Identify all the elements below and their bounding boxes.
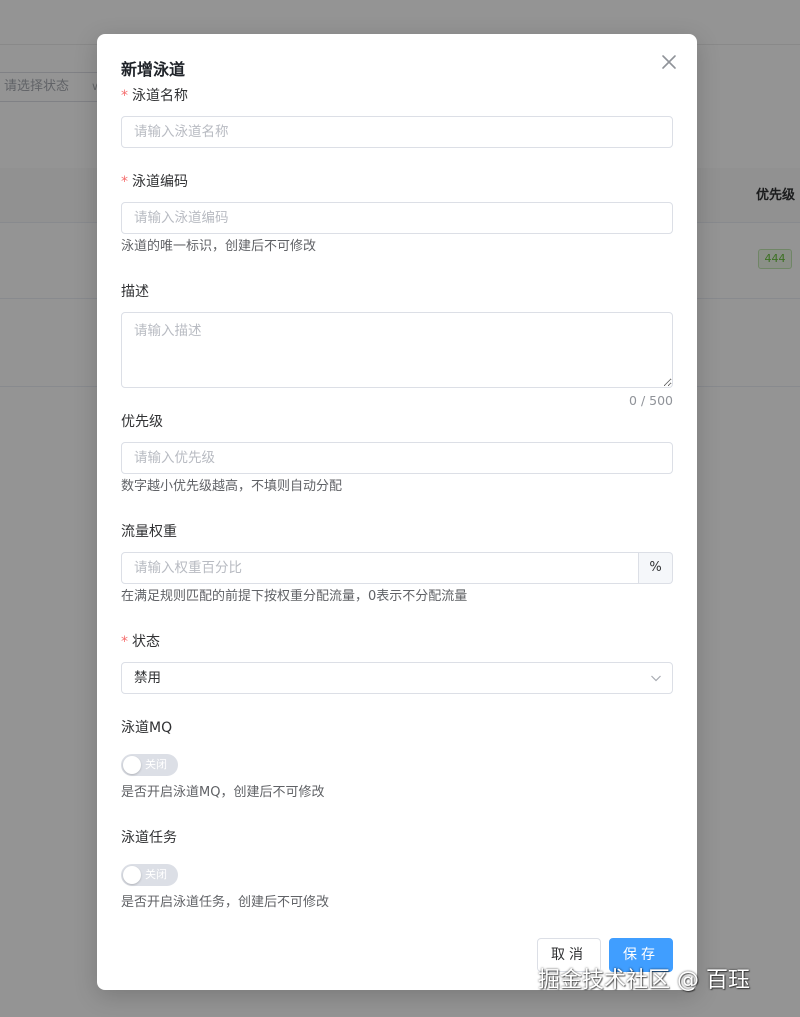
status-label: * 状态 [121, 634, 160, 650]
lane-mq-hint: 是否开启泳道MQ，创建后不可修改 [121, 785, 325, 800]
lane-code-input[interactable] [121, 202, 673, 234]
lane-task-hint: 是否开启泳道任务，创建后不可修改 [121, 895, 330, 910]
priority-hint: 数字越小优先级越高，不填则自动分配 [121, 479, 343, 494]
lane-task-field: 泳道任务 关闭 是否开启泳道任务，创建后不可修改 [121, 828, 673, 912]
switch-knob [123, 866, 141, 884]
required-mark: * [121, 634, 128, 650]
percent-unit: % [639, 552, 673, 584]
status-select[interactable]: 禁用 [121, 662, 673, 694]
lane-code-hint: 泳道的唯一标识，创建后不可修改 [121, 239, 317, 254]
chevron-down-icon [651, 675, 661, 682]
weight-input-group: % [121, 552, 673, 584]
priority-label: 优先级 [121, 414, 163, 430]
switch-knob [123, 756, 141, 774]
description-field: 描述 0 / 500 [121, 282, 673, 408]
switch-state-text: 关闭 [145, 758, 167, 771]
required-mark: * [121, 88, 128, 104]
priority-field: 优先级 数字越小优先级越高，不填则自动分配 [121, 412, 673, 496]
lane-task-label: 泳道任务 [121, 830, 177, 846]
status-selected-value: 禁用 [134, 670, 161, 686]
switch-state-text: 关闭 [145, 868, 167, 881]
lane-task-switch[interactable]: 关闭 [121, 864, 178, 886]
required-mark: * [121, 174, 128, 190]
lane-name-field: * 泳道名称 [121, 86, 673, 148]
description-textarea[interactable] [121, 312, 673, 388]
lane-mq-field: 泳道MQ 关闭 是否开启泳道MQ，创建后不可修改 [121, 718, 673, 802]
add-lane-dialog: 新增泳道 *泳道名称 *泳道编码 泳道的唯一标识，创建后不可修改 描述 0 / … [97, 34, 697, 990]
watermark: 掘金技术社区 @ 百珏 [538, 968, 750, 993]
lane-code-field: *泳道编码 泳道的唯一标识，创建后不可修改 [121, 172, 673, 256]
dialog-title: 新增泳道 [121, 60, 186, 79]
close-button[interactable] [659, 52, 679, 72]
lane-mq-label: 泳道MQ [121, 720, 173, 736]
weight-hint: 在满足规则匹配的前提下按权重分配流量，0表示不分配流量 [121, 589, 468, 604]
weight-label: 流量权重 [121, 524, 177, 540]
weight-field: 流量权重 % 在满足规则匹配的前提下按权重分配流量，0表示不分配流量 [121, 522, 673, 606]
lane-mq-switch[interactable]: 关闭 [121, 754, 178, 776]
description-label: 描述 [121, 284, 149, 300]
lane-name-input[interactable] [121, 116, 673, 148]
description-char-counter: 0 / 500 [629, 393, 673, 408]
priority-input[interactable] [121, 442, 673, 474]
close-icon [662, 55, 676, 69]
status-field: * 状态 禁用 [121, 632, 673, 694]
lane-code-label: * 泳道编码 [121, 174, 188, 190]
lane-name-label: * 泳道名称 [121, 88, 188, 104]
weight-input[interactable] [121, 552, 639, 584]
